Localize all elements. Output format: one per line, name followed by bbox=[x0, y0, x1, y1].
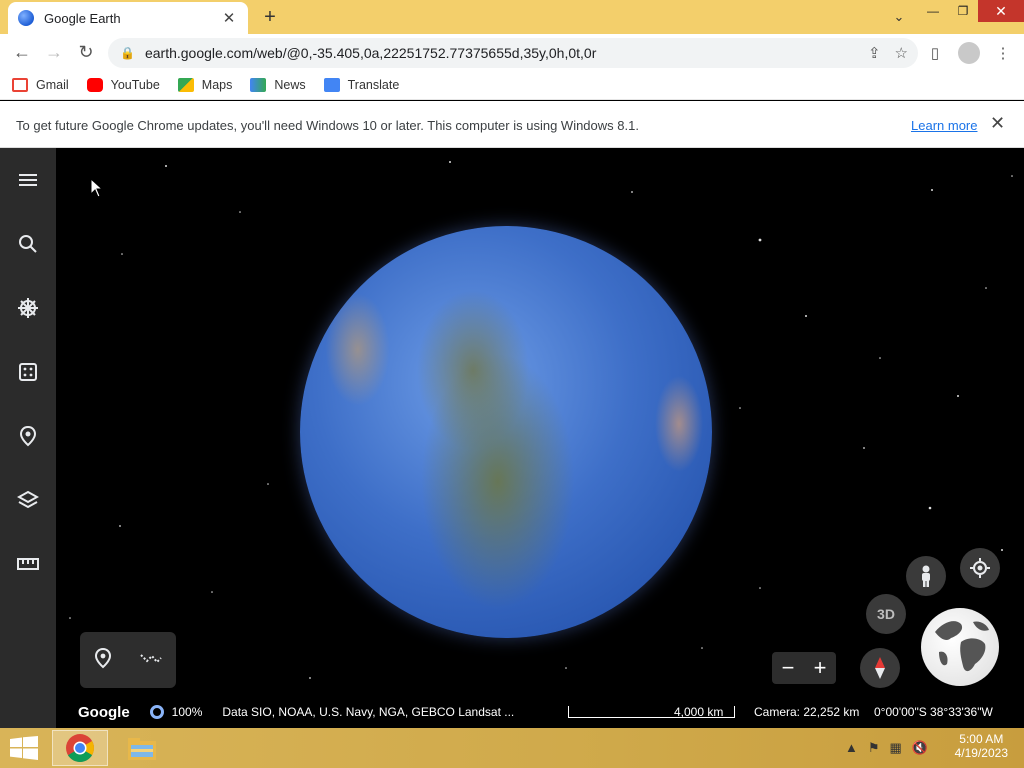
cursor-coordinates: 0°00'00"S 38°33'36"W bbox=[874, 705, 993, 719]
bookmark-youtube[interactable]: YouTube bbox=[86, 77, 160, 92]
infobar-message: To get future Google Chrome updates, you… bbox=[16, 118, 639, 133]
bookmark-label: News bbox=[274, 77, 306, 92]
draw-tools bbox=[80, 632, 176, 688]
news-icon bbox=[250, 77, 267, 92]
taskbar-clock[interactable]: 5:00 AM 4/19/2023 bbox=[955, 732, 1008, 760]
street-view-pegman-icon[interactable] bbox=[906, 556, 946, 596]
volume-muted-icon[interactable]: 🔇 bbox=[912, 740, 928, 756]
new-tab-button[interactable]: + bbox=[258, 6, 282, 28]
earth-viewport[interactable]: 3D − + Google 100% Data SIO, NOAA, U.S. … bbox=[0, 148, 1024, 728]
chrome-icon bbox=[66, 734, 94, 762]
maps-icon bbox=[177, 77, 194, 92]
scale-label: 4,000 km bbox=[674, 705, 724, 719]
lock-icon[interactable]: 🔒 bbox=[120, 46, 135, 60]
earth-favicon-icon bbox=[18, 10, 34, 26]
bookmark-label: YouTube bbox=[110, 77, 160, 92]
bookmark-maps[interactable]: Maps bbox=[177, 77, 233, 92]
system-tray: ▲ ⚑ ▦ 🔇 bbox=[845, 740, 928, 756]
map-style-icon[interactable] bbox=[0, 480, 56, 520]
window-controls: — ❐ ✕ bbox=[918, 0, 1024, 22]
load-percent: 100% bbox=[171, 705, 203, 719]
tab-strip: Google Earth ✕ + ⌄ — ❐ ✕ bbox=[0, 0, 1024, 34]
toggle-3d-button[interactable]: 3D bbox=[866, 594, 906, 634]
tab-search-chevron-icon[interactable]: ⌄ bbox=[888, 6, 910, 28]
back-button[interactable]: ← bbox=[6, 36, 38, 68]
add-placemark-icon[interactable] bbox=[94, 647, 112, 674]
network-icon[interactable]: ▦ bbox=[890, 740, 902, 756]
tray-chevron-icon[interactable]: ▲ bbox=[845, 740, 858, 756]
taskbar-file-explorer[interactable] bbox=[114, 730, 170, 766]
tab-title: Google Earth bbox=[44, 10, 121, 26]
earth-globe[interactable] bbox=[300, 226, 712, 638]
reload-button[interactable]: ↻ bbox=[70, 36, 102, 68]
file-explorer-icon bbox=[128, 738, 156, 760]
earth-footer: Google 100% Data SIO, NOAA, U.S. Navy, N… bbox=[56, 700, 1024, 724]
compass-icon[interactable] bbox=[860, 648, 900, 688]
tab-close-icon[interactable]: ✕ bbox=[220, 9, 238, 27]
minimap-land bbox=[935, 621, 989, 672]
bookmark-news[interactable]: News bbox=[250, 77, 306, 92]
minimize-button[interactable]: — bbox=[918, 0, 948, 22]
minimap-globe[interactable] bbox=[921, 608, 999, 686]
translate-icon bbox=[323, 77, 340, 92]
voyager-icon[interactable] bbox=[0, 288, 56, 328]
clock-time: 5:00 AM bbox=[959, 732, 1004, 746]
zoom-out-button[interactable]: − bbox=[782, 655, 795, 681]
zoom-controls: − + bbox=[772, 652, 836, 684]
my-location-icon[interactable] bbox=[960, 548, 1000, 588]
bookmark-label: Gmail bbox=[36, 77, 69, 92]
projects-icon[interactable] bbox=[0, 416, 56, 456]
camera-altitude: Camera: 22,252 km bbox=[754, 705, 860, 719]
action-center-flag-icon[interactable]: ⚑ bbox=[868, 740, 880, 756]
infobar-close-icon[interactable]: ✕ bbox=[990, 113, 1005, 134]
profile-avatar[interactable] bbox=[958, 42, 980, 64]
update-infobar: To get future Google Chrome updates, you… bbox=[0, 101, 1024, 148]
zoom-in-button[interactable]: + bbox=[814, 655, 827, 681]
mouse-cursor-icon bbox=[90, 178, 104, 198]
attribution-text[interactable]: Data SIO, NOAA, U.S. Navy, NGA, GEBCO La… bbox=[222, 705, 514, 719]
bookmark-translate[interactable]: Translate bbox=[323, 77, 400, 92]
windows-start-icon[interactable] bbox=[10, 736, 38, 760]
bookmark-label: Maps bbox=[201, 77, 233, 92]
windows-taskbar: ▲ ⚑ ▦ 🔇 5:00 AM 4/19/2023 bbox=[0, 728, 1024, 768]
side-panel-icon[interactable]: ▯ bbox=[924, 44, 946, 62]
bookmark-label: Translate bbox=[347, 77, 400, 92]
bookmarks-bar: Gmail YouTube Maps News Translate bbox=[0, 70, 1024, 100]
google-logo: Google bbox=[78, 703, 130, 721]
gmail-icon bbox=[12, 77, 28, 92]
share-icon[interactable]: ⇪ bbox=[868, 44, 881, 62]
clock-date: 4/19/2023 bbox=[954, 746, 1008, 760]
youtube-icon bbox=[86, 77, 103, 92]
draw-path-icon[interactable] bbox=[139, 651, 163, 670]
browser-toolbar: ← → ↻ 🔒 earth.google.com/web/@0,-35.405,… bbox=[0, 34, 1024, 70]
learn-more-link[interactable]: Learn more bbox=[911, 118, 977, 133]
menu-icon[interactable] bbox=[0, 160, 56, 200]
url-text: earth.google.com/web/@0,-35.405,0a,22251… bbox=[144, 45, 597, 61]
loading-ring-icon bbox=[149, 705, 164, 719]
close-window-button[interactable]: ✕ bbox=[978, 0, 1024, 22]
screen: Google Earth ✕ + ⌄ — ❐ ✕ ← → ↻ 🔒 earth.g… bbox=[0, 0, 1024, 768]
toolbar-right: ▯ ⋮ bbox=[924, 42, 1014, 64]
measure-icon[interactable] bbox=[0, 544, 56, 584]
forward-button[interactable]: → bbox=[38, 36, 70, 68]
feeling-lucky-icon[interactable] bbox=[0, 352, 56, 392]
bookmark-star-icon[interactable]: ☆ bbox=[895, 44, 908, 62]
search-icon[interactable] bbox=[0, 224, 56, 264]
restore-button[interactable]: ❐ bbox=[948, 0, 978, 22]
taskbar-chrome[interactable] bbox=[52, 730, 108, 766]
earth-sidebar bbox=[0, 148, 56, 728]
tab-google-earth[interactable]: Google Earth ✕ bbox=[8, 2, 248, 34]
address-bar[interactable]: 🔒 earth.google.com/web/@0,-35.405,0a,222… bbox=[108, 38, 918, 68]
bookmark-gmail[interactable]: Gmail bbox=[12, 77, 69, 92]
menu-kebab-icon[interactable]: ⋮ bbox=[992, 44, 1014, 62]
